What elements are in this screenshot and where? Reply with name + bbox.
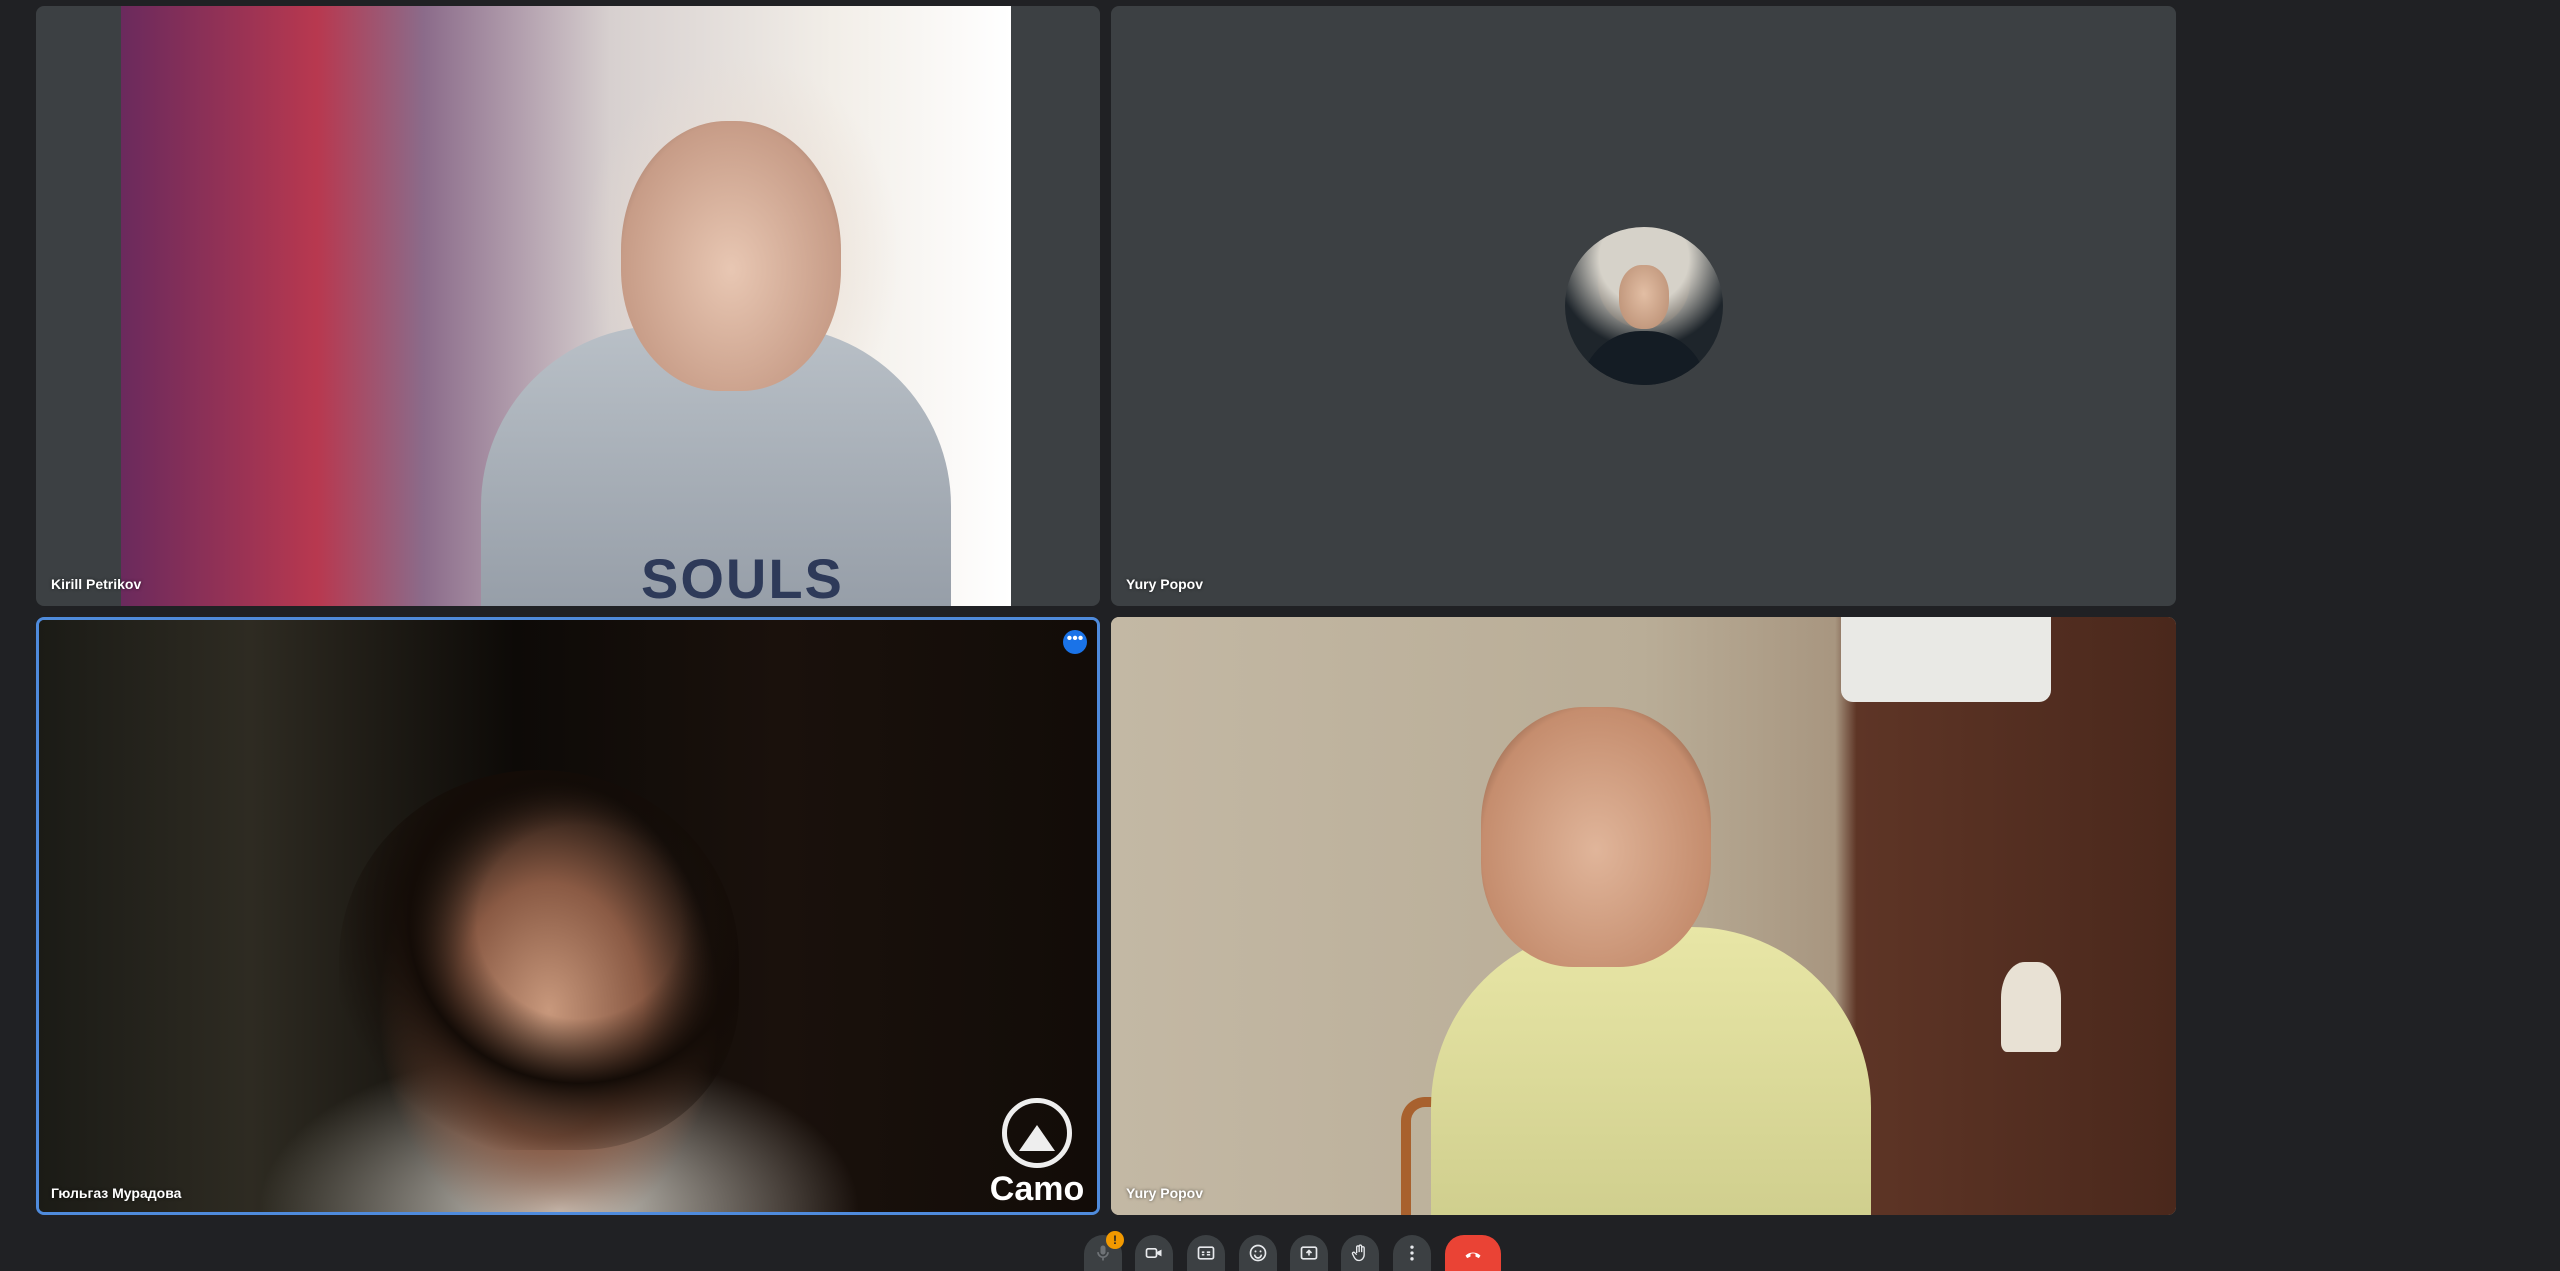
participant-video: SOULS	[121, 6, 1011, 606]
participant-tile-yury-popov-video[interactable]: Yury Popov	[1111, 617, 2176, 1215]
camera-icon	[1145, 1248, 1162, 1259]
participant-video	[39, 620, 1097, 1212]
participant-name: Yury Popov	[1126, 1185, 1204, 1201]
participant-tile-kirill-petrikov[interactable]: SOULS Kirill Petrikov	[36, 6, 1100, 606]
video-person-hair	[339, 770, 739, 1150]
microphone-button[interactable]: !	[1084, 1231, 1124, 1271]
captions-button[interactable]	[1187, 1235, 1225, 1271]
camera-button[interactable]	[1135, 1235, 1173, 1271]
avatar	[1565, 227, 1723, 385]
participant-tile-yury-popov-avatar[interactable]: Yury Popov	[1111, 6, 2176, 606]
call-controls-toolbar: !	[0, 1231, 2560, 1271]
participant-video	[1111, 617, 2176, 1215]
hoodie-print: SOULS	[641, 547, 844, 606]
more-options-button[interactable]	[1393, 1235, 1431, 1271]
emoji-icon	[1249, 1244, 1267, 1262]
tile-more-options-button[interactable]: •••	[1063, 630, 1087, 654]
video-person-body	[1431, 927, 1871, 1215]
video-person-head	[1481, 707, 1711, 967]
present-icon	[1300, 1246, 1318, 1260]
present-now-button[interactable]	[1290, 1235, 1328, 1271]
raise-hand-button[interactable]	[1341, 1235, 1379, 1271]
captions-icon	[1197, 1246, 1215, 1260]
raise-hand-icon	[1351, 1244, 1365, 1262]
participant-tile-gyulgaz-muradova[interactable]: ••• Camo Гюльгаз Мурадова	[36, 617, 1100, 1215]
camo-brand-text: Camo	[989, 1170, 1085, 1208]
participant-name: Kirill Petrikov	[51, 576, 142, 592]
leave-call-button[interactable]	[1445, 1235, 1501, 1271]
video-air-conditioner	[1841, 617, 2051, 702]
leave-call-icon	[1465, 1252, 1481, 1259]
mic-warning-badge: !	[1106, 1231, 1124, 1249]
video-person-head	[621, 121, 841, 391]
avatar-face	[1619, 265, 1669, 329]
more-options-icon	[1410, 1245, 1414, 1261]
camo-watermark: Camo	[985, 1098, 1089, 1206]
video-bust-statue	[2001, 962, 2061, 1052]
reactions-button[interactable]	[1239, 1235, 1277, 1271]
participant-name: Гюльгаз Мурадова	[51, 1185, 182, 1201]
camo-logo-icon	[1002, 1098, 1072, 1168]
participant-name: Yury Popov	[1126, 576, 1204, 592]
